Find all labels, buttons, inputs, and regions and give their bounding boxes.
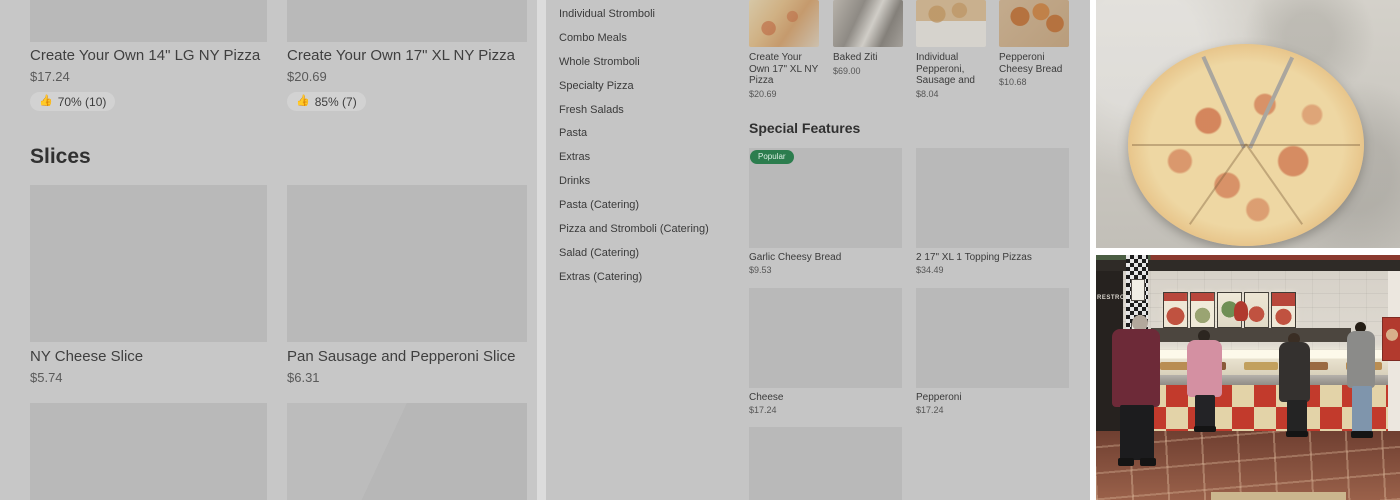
- menu-card[interactable]: NY Cheese Slice $5.74: [30, 185, 267, 385]
- nav-item-specialty-pizza[interactable]: Specialty Pizza: [559, 74, 749, 98]
- nav-item-individual-stromboli[interactable]: Individual Stromboli: [559, 2, 749, 26]
- menu-card[interactable]: Create Your Own 14" LG NY Pizza $17.24 👍…: [30, 0, 267, 111]
- column-light: [1131, 279, 1145, 301]
- restaurant-menu-page: Create Your Own 14" LG NY Pizza $17.24 👍…: [0, 0, 1400, 500]
- special-item-name: Pepperoni: [916, 392, 962, 403]
- menu-item-image-placeholder: [916, 288, 1069, 388]
- special-item-name: 2 17" XL 1 Topping Pizzas: [916, 252, 1032, 263]
- menu-item-price: $6.31: [287, 370, 320, 385]
- floor-mat: [1211, 492, 1346, 500]
- menu-item-image-placeholder: [30, 185, 267, 342]
- nav-item-fresh-salads[interactable]: Fresh Salads: [559, 98, 749, 122]
- menu-item-image-placeholder: [287, 0, 527, 42]
- menu-item-price: $17.24: [30, 69, 70, 84]
- pizza-cut-gap: [1248, 56, 1295, 149]
- red-decoration: [1234, 301, 1248, 321]
- rating-value: 70% (10): [57, 94, 107, 109]
- nav-item-combo-meals[interactable]: Combo Meals: [559, 26, 749, 50]
- featured-card[interactable]: Baked Ziti $69.00: [833, 0, 903, 76]
- special-item-name: Garlic Cheesy Bread: [749, 252, 842, 263]
- category-and-features-panel: Individual Stromboli Combo Meals Whole S…: [546, 0, 1090, 500]
- featured-item-name: Baked Ziti: [833, 52, 878, 63]
- featured-item-price: $69.00: [833, 65, 861, 76]
- display-food: [1160, 362, 1190, 370]
- category-nav: Individual Stromboli Combo Meals Whole S…: [559, 2, 749, 289]
- nav-item-pasta[interactable]: Pasta: [559, 121, 749, 145]
- menu-items-panel: Create Your Own 14" LG NY Pizza $17.24 👍…: [0, 0, 537, 500]
- featured-card[interactable]: Individual Pepperoni, Sausage and … $8.0…: [916, 0, 986, 99]
- restroom-sign: RESTRO: [1097, 295, 1126, 301]
- menu-board-row: [1163, 292, 1296, 328]
- rating-badge: 👍 85% (7): [287, 92, 366, 111]
- menu-item-image-placeholder: [30, 0, 267, 42]
- popular-badge: Popular: [750, 150, 794, 164]
- menu-item-name: Pan Sausage and Pepperoni Slice: [287, 348, 516, 365]
- thumbs-up-icon: 👍: [39, 95, 53, 107]
- food-thumbnail: [749, 0, 819, 47]
- menu-card[interactable]: Create Your Own 17" XL NY Pizza $20.69 👍…: [287, 0, 527, 111]
- menu-item-image-placeholder[interactable]: [749, 427, 902, 500]
- menu-board-panel: [1163, 292, 1188, 328]
- featured-item-name: Individual Pepperoni, Sausage and …: [916, 52, 975, 87]
- food-thumbnail: [833, 0, 903, 47]
- menu-item-image-placeholder[interactable]: [287, 403, 527, 500]
- thumbs-up-icon: 👍: [296, 95, 310, 107]
- featured-item-price: $8.04: [916, 89, 939, 99]
- panel-divider: [537, 0, 546, 500]
- menu-card[interactable]: Pan Sausage and Pepperoni Slice $6.31: [287, 185, 527, 385]
- food-thumbnail: [999, 0, 1069, 47]
- special-item-price: $17.24: [916, 405, 944, 415]
- special-feature-card[interactable]: Cheese $17.24: [749, 288, 902, 415]
- menu-item-image-placeholder[interactable]: [30, 403, 267, 500]
- special-feature-card[interactable]: Pepperoni $17.24: [916, 288, 1069, 415]
- featured-card[interactable]: Create Your Own 17" XL NY Pizza $20.69: [749, 0, 819, 99]
- menu-item-name: Create Your Own 14" LG NY Pizza: [30, 47, 261, 64]
- special-item-name: Cheese: [749, 392, 784, 403]
- menu-item-image-placeholder: [287, 185, 527, 342]
- display-food: [1244, 362, 1278, 370]
- nav-item-pasta-catering[interactable]: Pasta (Catering): [559, 193, 749, 217]
- nav-item-extras[interactable]: Extras: [559, 145, 749, 169]
- featured-item-name: Pepperoni Cheesy Bread: [999, 52, 1063, 75]
- featured-card[interactable]: Pepperoni Cheesy Bread $10.68: [999, 0, 1069, 87]
- featured-item-price: $20.69: [749, 88, 777, 99]
- back-counter: [1151, 328, 1351, 342]
- section-heading-slices: Slices: [30, 145, 91, 168]
- featured-item-name: Create Your Own 17" XL NY Pizza: [749, 52, 819, 86]
- menu-item-name: NY Cheese Slice: [30, 348, 144, 365]
- nav-item-salad-catering[interactable]: Salad (Catering): [559, 241, 749, 265]
- menu-item-image-placeholder: [749, 288, 902, 388]
- menu-item-image-placeholder: [916, 148, 1069, 248]
- special-feature-card[interactable]: Popular Garlic Cheesy Bread $9.53: [749, 148, 902, 275]
- menu-item-price: $20.69: [287, 69, 327, 84]
- special-item-price: $17.24: [749, 405, 777, 415]
- special-item-price: $9.53: [749, 265, 772, 275]
- nav-item-pizza-stromboli-catering[interactable]: Pizza and Stromboli (Catering): [559, 217, 749, 241]
- rating-badge: 👍 70% (10): [30, 92, 116, 111]
- menu-board-panel: [1271, 292, 1296, 328]
- special-item-price: $34.49: [916, 265, 944, 275]
- menu-item-name: Create Your Own 17" XL NY Pizza: [287, 47, 515, 64]
- rating-value: 85% (7): [314, 94, 357, 109]
- nav-item-drinks[interactable]: Drinks: [559, 169, 749, 193]
- nav-item-extras-catering[interactable]: Extras (Catering): [559, 265, 749, 289]
- restaurant-photo-pizza: [1096, 0, 1400, 248]
- restaurant-photo-interior: RESTRO: [1096, 255, 1400, 500]
- cheese-pizza-image: [1128, 44, 1364, 246]
- nav-item-whole-stromboli[interactable]: Whole Stromboli: [559, 50, 749, 74]
- menu-board-panel: [1190, 292, 1215, 328]
- featured-item-price: $10.68: [999, 77, 1027, 87]
- section-heading-special-features: Special Features: [749, 120, 861, 136]
- wall-poster: [1382, 317, 1400, 361]
- pizza-cut-line: [1245, 143, 1304, 225]
- pizza-cut-gap: [1201, 55, 1246, 149]
- food-thumbnail: [916, 0, 986, 47]
- menu-item-price: $5.74: [30, 370, 63, 385]
- special-feature-card[interactable]: 2 17" XL 1 Topping Pizzas $34.49: [916, 148, 1069, 275]
- pizza-cut-line: [1188, 143, 1247, 225]
